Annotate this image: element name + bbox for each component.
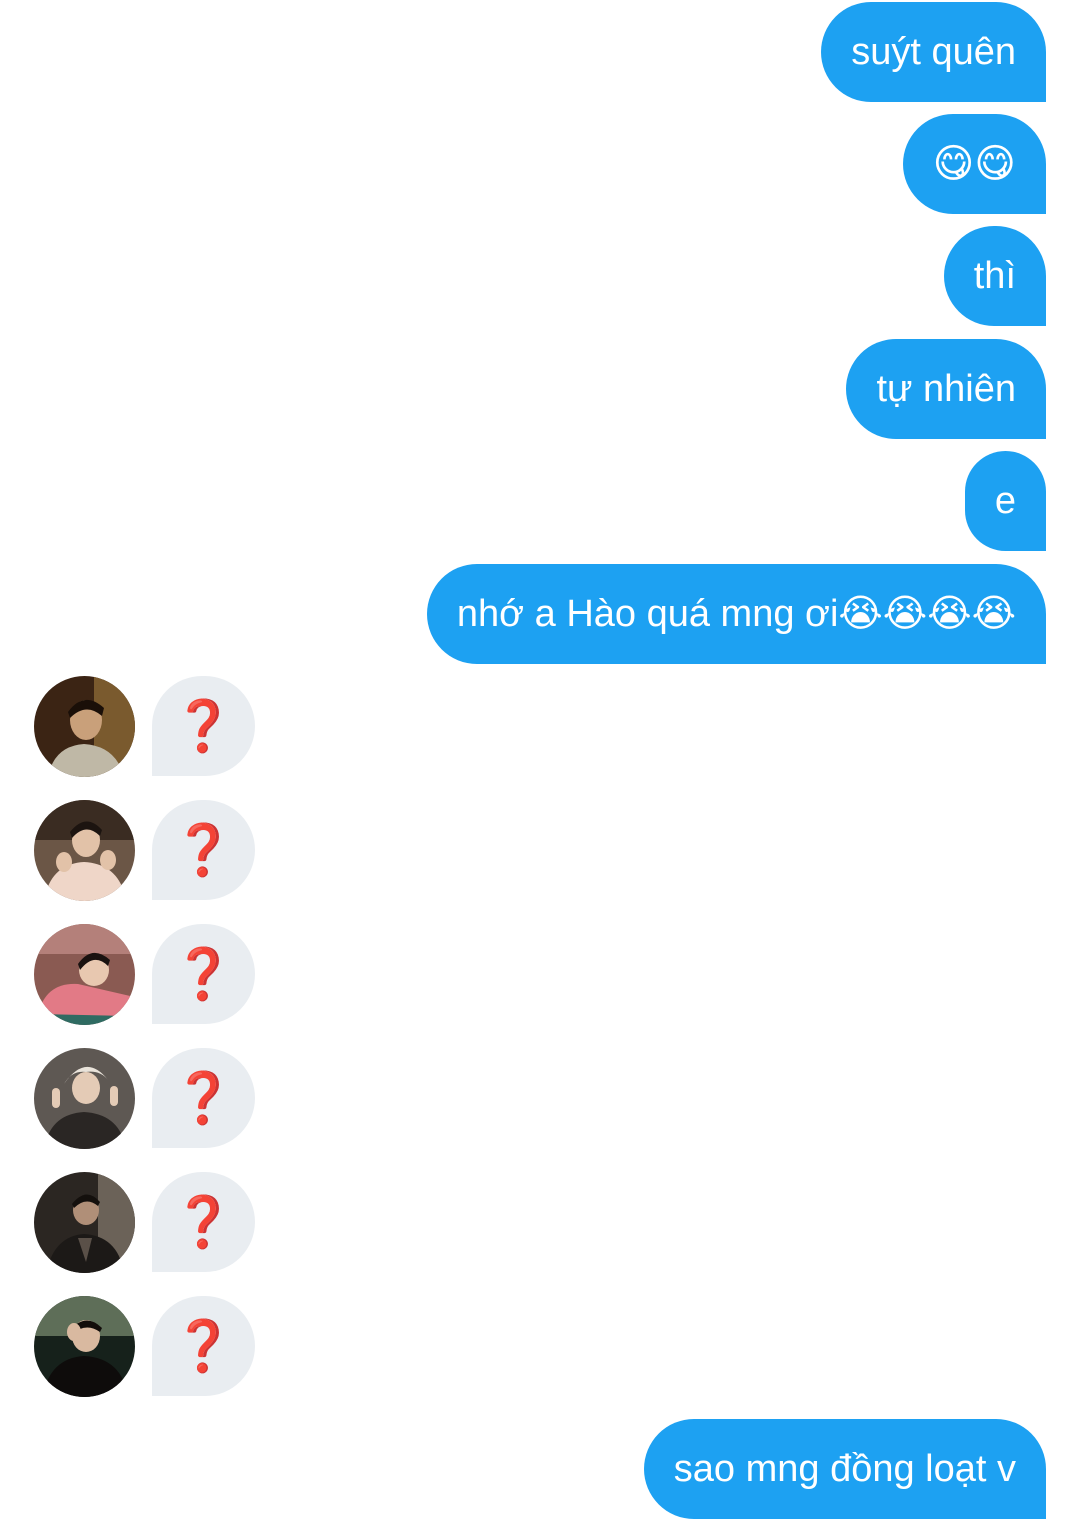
- incoming-bubble[interactable]: ❓: [152, 1296, 255, 1396]
- incoming-bubble[interactable]: ❓: [152, 800, 255, 900]
- outgoing-bubble[interactable]: e: [964, 451, 1046, 551]
- outgoing-bubble[interactable]: 😋😋: [902, 114, 1046, 214]
- outgoing-bubble[interactable]: nhớ a Hào quá mng ơi😭😭😭😭: [426, 564, 1046, 664]
- incoming-bubble[interactable]: ❓: [152, 676, 255, 776]
- question-mark-icon: ❓: [172, 1069, 235, 1127]
- avatar[interactable]: [34, 800, 135, 901]
- incoming-bubble[interactable]: ❓: [152, 924, 255, 1024]
- question-mark-icon: ❓: [172, 1193, 235, 1251]
- incoming-bubble[interactable]: ❓: [152, 1172, 255, 1272]
- outgoing-bubble[interactable]: suýt quên: [821, 2, 1046, 102]
- avatar[interactable]: [34, 676, 135, 777]
- avatar-photo-icon: [34, 1296, 135, 1397]
- avatar-photo-icon: [34, 1172, 135, 1273]
- outgoing-bubble[interactable]: tự nhiên: [846, 339, 1046, 439]
- incoming-bubble[interactable]: ❓: [152, 1048, 255, 1148]
- question-mark-icon: ❓: [172, 697, 235, 755]
- avatar[interactable]: [34, 1172, 135, 1273]
- avatar-photo-icon: [34, 1048, 135, 1149]
- question-mark-icon: ❓: [172, 945, 235, 1003]
- avatar-photo-icon: [34, 676, 135, 777]
- avatar[interactable]: [34, 1048, 135, 1149]
- question-mark-icon: ❓: [172, 821, 235, 879]
- avatar[interactable]: [34, 924, 135, 1025]
- outgoing-bubble[interactable]: thì: [943, 226, 1046, 326]
- avatar[interactable]: [34, 1296, 135, 1397]
- outgoing-bubble[interactable]: sao mng đồng loạt v: [643, 1419, 1046, 1519]
- avatar-photo-icon: [34, 924, 135, 1025]
- question-mark-icon: ❓: [172, 1317, 235, 1375]
- avatar-photo-icon: [34, 800, 135, 901]
